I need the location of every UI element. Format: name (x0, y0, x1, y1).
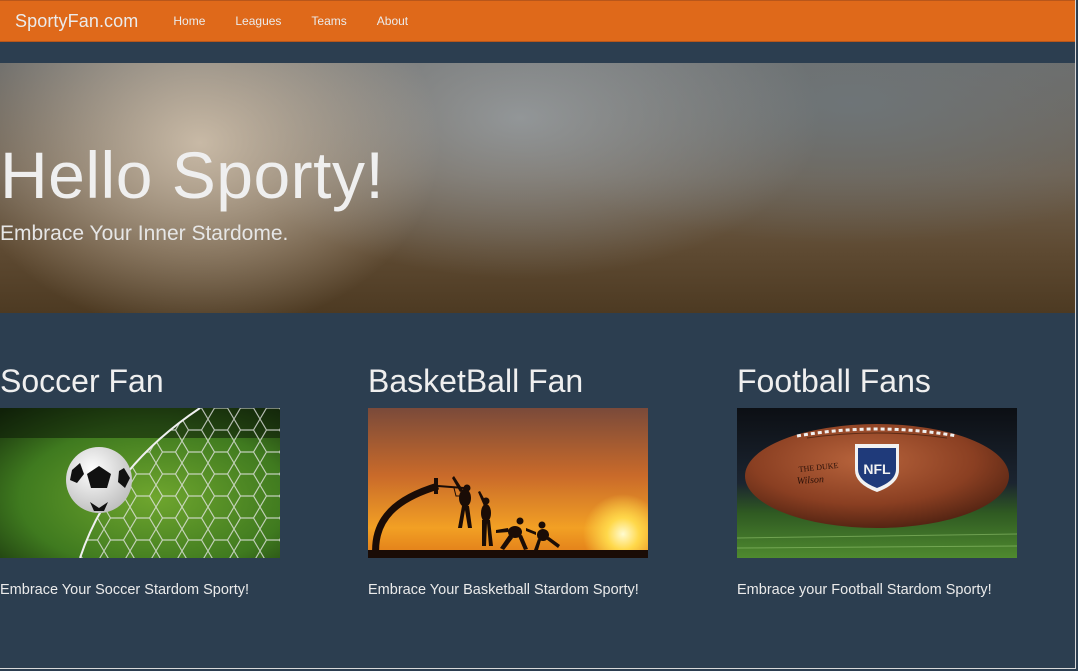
brand-link[interactable]: SportyFan.com (15, 11, 138, 32)
card-football: Football Fans NFL THE DUKE Wilson Embrac… (737, 360, 1037, 598)
card-title-basketball: BasketBall Fan (368, 363, 584, 399)
card-text-basketball: Embrace Your Basketball Stardom Sporty! (368, 582, 639, 598)
navbar: SportyFan.com Home Leagues Teams About (0, 0, 1076, 42)
nav-link-leagues[interactable]: Leagues (220, 14, 296, 28)
basketball-image (368, 408, 648, 558)
hero-banner: Hello Sporty! Embrace Your Inner Stardom… (0, 63, 1076, 313)
nav-link-about[interactable]: About (362, 14, 423, 28)
nav-link-home[interactable]: Home (158, 14, 220, 28)
soccer-image (0, 408, 280, 558)
hero-title: Hello Sporty! (0, 138, 385, 212)
wilson-text: Wilson (796, 474, 824, 487)
card-soccer: Soccer Fan Embrace Your Soccer Stardom S… (0, 360, 300, 598)
card-text-soccer: Embrace Your Soccer Stardom Sporty! (0, 582, 250, 598)
card-title-football: Football Fans (737, 363, 931, 399)
card-basketball: BasketBall Fan Embrace Your Basketball S… (368, 360, 668, 598)
card-text-football: Embrace your Football Stardom Sporty! (737, 582, 992, 598)
nfl-logo-text: NFL (863, 461, 891, 477)
nav-link-teams[interactable]: Teams (296, 14, 361, 28)
hero-subtitle: Embrace Your Inner Stardome. (0, 222, 289, 245)
football-image: NFL THE DUKE Wilson (737, 408, 1017, 558)
card-title-soccer: Soccer Fan (0, 363, 164, 399)
